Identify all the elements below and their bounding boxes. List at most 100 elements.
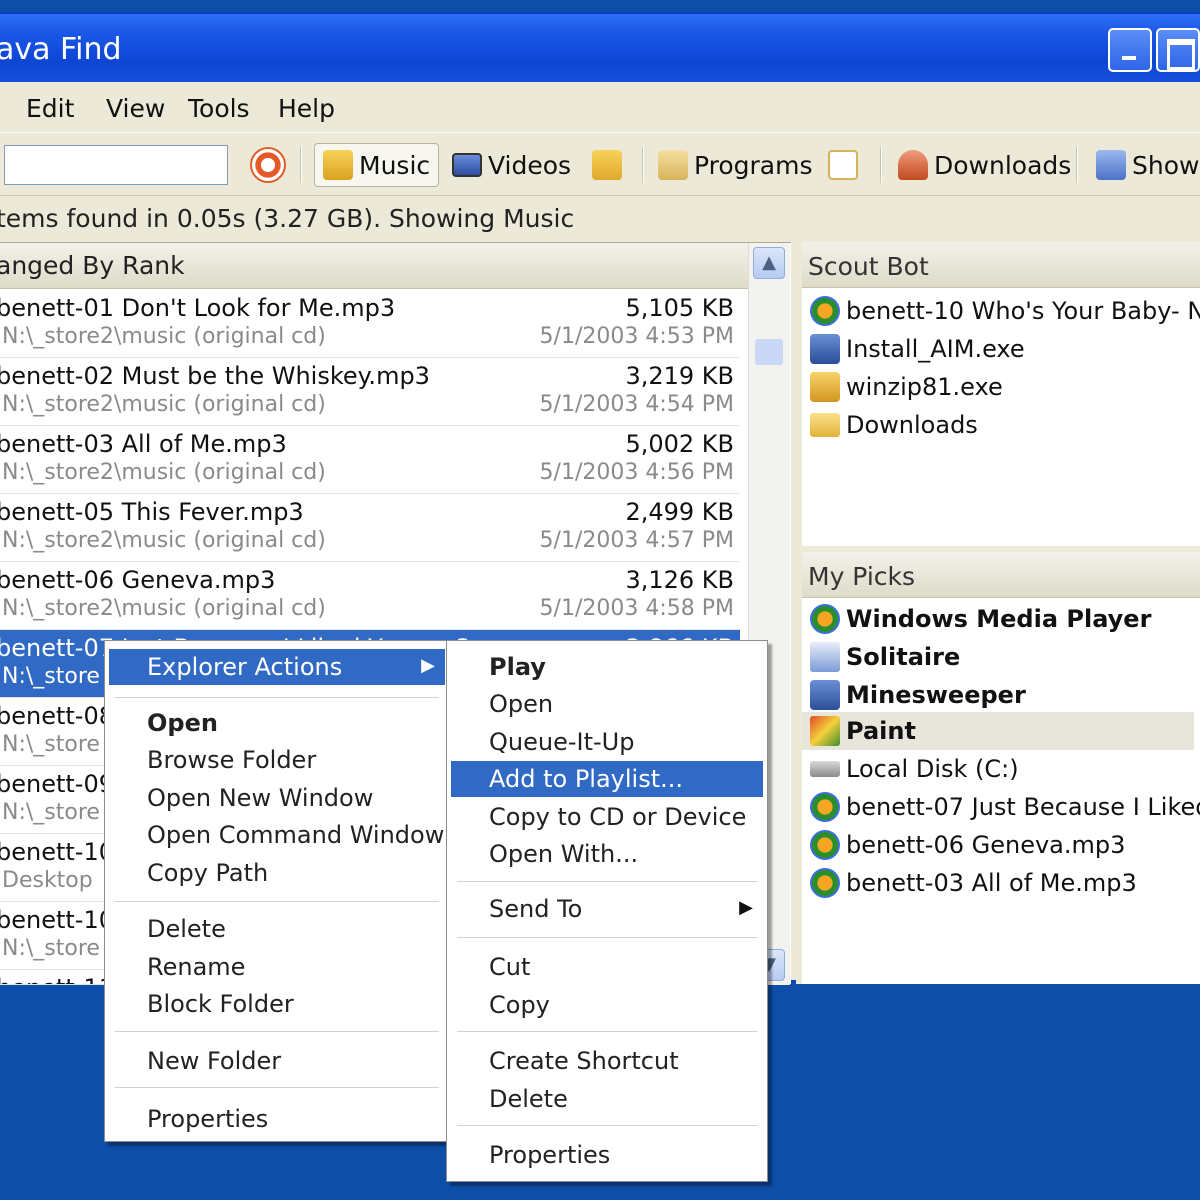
result-size: 3,126 KB <box>625 566 734 594</box>
my-picks-item-label: Solitaire <box>846 643 961 671</box>
menu-item-rename[interactable]: Rename <box>109 949 445 985</box>
menu-item-label: Properties <box>147 1105 269 1133</box>
scout-bot-item[interactable]: Install_AIM.exe <box>810 330 1025 368</box>
results-sort-header[interactable]: anged By Rank <box>0 243 748 289</box>
my-picks-item-label: Paint <box>846 717 916 745</box>
submenu-item-delete[interactable]: Delete <box>451 1081 763 1117</box>
result-name: benett-11 <box>0 974 114 984</box>
result-path: N:\_store2\music (original cd) <box>2 596 326 621</box>
result-row[interactable]: benett-02 Must be the Whiskey.mp3 3,219 … <box>0 358 740 426</box>
menu-item-open-command-window[interactable]: Open Command Window <box>109 817 445 853</box>
menu-item-delete[interactable]: Delete <box>109 911 445 947</box>
menu-item-explorer-actions[interactable]: Explorer Actions ▶ <box>109 649 445 685</box>
menu-view[interactable]: View <box>106 94 165 123</box>
submenu-item-cut[interactable]: Cut <box>451 949 763 985</box>
result-name: benett-01 Don't Look for Me.mp3 <box>0 294 396 322</box>
show-label: Show <box>1132 150 1200 180</box>
minesweeper-icon <box>810 680 840 710</box>
explorer-actions-submenu: Play Open Queue-It-Up Add to Playlist...… <box>446 640 768 1182</box>
downloads-button[interactable]: Downloads <box>898 143 1071 187</box>
menu-item-label: Block Folder <box>147 990 294 1018</box>
result-path: N:\_store2\music (original cd) <box>2 392 326 417</box>
disk-icon <box>810 761 840 777</box>
menu-item-open[interactable]: Open <box>109 705 445 741</box>
menu-edit[interactable]: Edit <box>26 94 74 123</box>
documents-icon <box>828 150 858 180</box>
my-picks-item[interactable]: Windows Media Player <box>810 600 1151 638</box>
my-picks-item-label: Local Disk (C:) <box>846 755 1019 783</box>
submenu-item-create-shortcut[interactable]: Create Shortcut <box>451 1043 763 1079</box>
scout-bot-item-label: winzip81.exe <box>846 373 1003 401</box>
submenu-item-play[interactable]: Play <box>451 649 763 685</box>
programs-label: Programs <box>694 150 813 180</box>
submenu-item-add-to-playlist[interactable]: Add to Playlist... <box>451 761 763 797</box>
my-picks-item[interactable]: Solitaire <box>810 638 960 676</box>
scout-bot-item[interactable]: benett-10 Who's Your Baby- N... <box>810 292 1200 330</box>
result-name: benett-10 <box>0 906 114 934</box>
result-row[interactable]: benett-06 Geneva.mp3 3,126 KB N:\_store2… <box>0 562 740 630</box>
menu-item-label: Open With... <box>489 840 639 868</box>
my-picks-item[interactable]: Minesweeper <box>810 676 1026 714</box>
documents-button[interactable] <box>828 143 858 187</box>
my-picks-header: My Picks <box>802 552 1200 598</box>
scroll-up-icon[interactable]: ▲ <box>753 247 785 279</box>
solitaire-icon <box>810 642 840 672</box>
menu-item-properties[interactable]: Properties <box>109 1101 445 1137</box>
menu-item-copy-path[interactable]: Copy Path <box>109 855 445 891</box>
minimize-button[interactable] <box>1108 28 1152 72</box>
menu-item-block-folder[interactable]: Block Folder <box>109 986 445 1022</box>
submenu-item-send-to[interactable]: Send To ▶ <box>451 891 763 927</box>
menu-item-label: Open <box>147 709 218 737</box>
my-picks-item[interactable]: Local Disk (C:) <box>810 750 1019 788</box>
my-picks-item[interactable]: Paint <box>802 712 1194 750</box>
paint-icon <box>810 716 840 746</box>
result-row[interactable]: benett-05 This Fever.mp3 2,499 KB N:\_st… <box>0 494 740 562</box>
result-path: N:\_store2\music (original cd) <box>2 528 326 553</box>
my-picks-item[interactable]: benett-06 Geneva.mp3 <box>810 826 1125 864</box>
result-path: Desktop <box>2 868 93 893</box>
submenu-item-open-with[interactable]: Open With... <box>451 836 763 872</box>
result-date: 5/1/2003 4:57 PM <box>539 528 734 553</box>
submenu-item-copy[interactable]: Copy <box>451 987 763 1023</box>
title-bar[interactable]: ava Find <box>0 14 1200 82</box>
menu-item-new-folder[interactable]: New Folder <box>109 1043 445 1079</box>
status-text: tems found in 0.05s (3.27 GB). Showing M… <box>0 204 575 233</box>
submenu-item-copy-to-cd[interactable]: Copy to CD or Device <box>451 799 763 835</box>
toolbar-separator <box>300 147 302 183</box>
menu-item-label: Rename <box>147 953 246 981</box>
submenu-item-queue-it-up[interactable]: Queue-It-Up <box>451 724 763 760</box>
scroll-thumb[interactable] <box>755 339 783 365</box>
result-size: 5,002 KB <box>625 430 734 458</box>
menu-item-label: Properties <box>489 1141 611 1169</box>
submenu-item-open[interactable]: Open <box>451 686 763 722</box>
menu-help[interactable]: Help <box>278 94 335 123</box>
search-input[interactable] <box>4 145 228 185</box>
search-go-icon[interactable] <box>250 147 286 183</box>
result-row[interactable]: benett-01 Don't Look for Me.mp3 5,105 KB… <box>0 290 740 358</box>
my-picks-item[interactable]: benett-07 Just Because I Liked... <box>810 788 1200 826</box>
menu-item-open-new-window[interactable]: Open New Window <box>109 780 445 816</box>
menu-item-label: Add to Playlist... <box>489 765 684 793</box>
programs-icon <box>658 150 688 180</box>
pictures-button[interactable] <box>592 143 622 187</box>
scout-bot-item[interactable]: winzip81.exe <box>810 368 1003 406</box>
show-button[interactable]: Show <box>1096 143 1199 187</box>
scout-bot-item[interactable]: Downloads <box>810 406 978 444</box>
submenu-item-properties[interactable]: Properties <box>451 1137 763 1173</box>
videos-button[interactable]: Videos <box>452 143 571 187</box>
my-picks-item[interactable]: benett-03 All of Me.mp3 <box>810 864 1137 902</box>
media-file-icon <box>810 868 840 898</box>
window-title: ava Find <box>0 32 122 67</box>
my-picks-item-label: benett-03 All of Me.mp3 <box>846 869 1137 897</box>
maximize-button[interactable] <box>1156 28 1200 72</box>
music-button[interactable]: Music <box>314 143 440 187</box>
result-path: N:\_store <box>2 732 100 757</box>
menu-item-browse-folder[interactable]: Browse Folder <box>109 742 445 778</box>
menu-tools[interactable]: Tools <box>188 94 250 123</box>
programs-button[interactable]: Programs <box>658 143 813 187</box>
result-row[interactable]: benett-03 All of Me.mp3 5,002 KB N:\_sto… <box>0 426 740 494</box>
result-size: 3,219 KB <box>625 362 734 390</box>
menu-item-label: Create Shortcut <box>489 1047 679 1075</box>
result-name: benett-03 All of Me.mp3 <box>0 430 287 458</box>
toolbar-separator <box>1076 147 1078 183</box>
